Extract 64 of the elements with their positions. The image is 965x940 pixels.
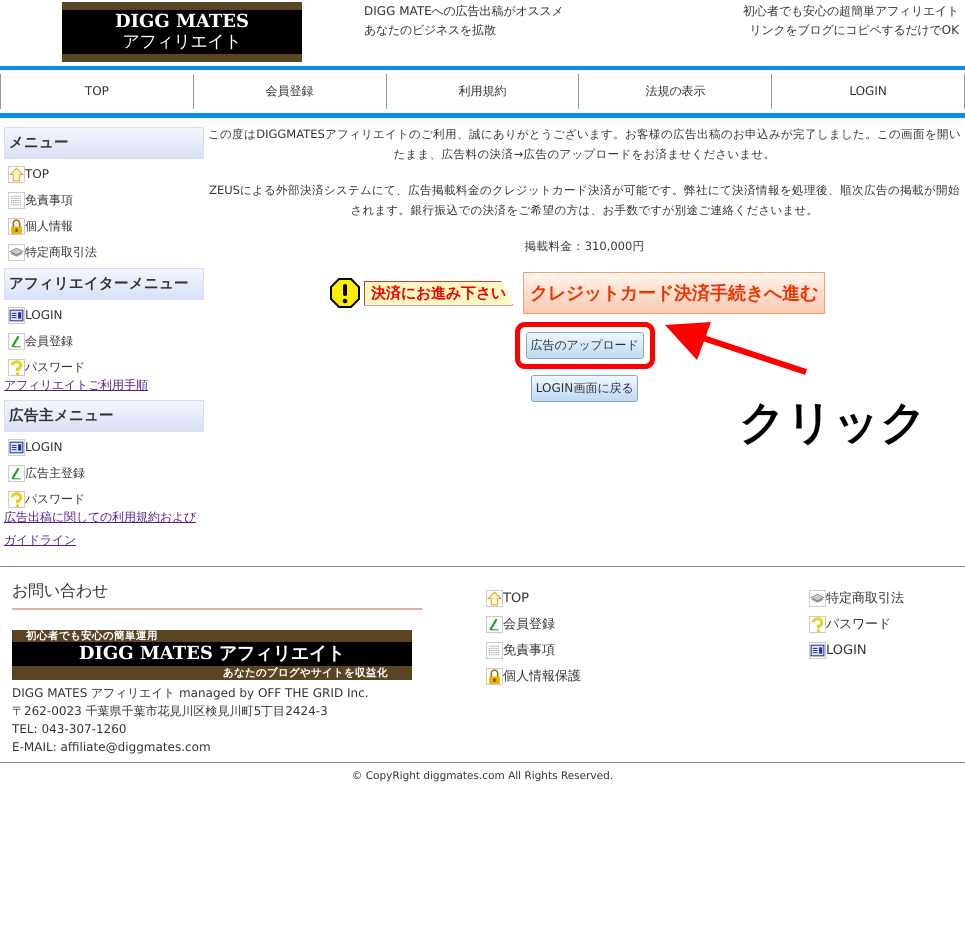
stack-icon: [8, 244, 25, 260]
nav-link[interactable]: LOGIN: [771, 74, 965, 109]
sidebar-link[interactable]: パスワード: [25, 358, 85, 376]
nav-link[interactable]: 会員登録: [192, 74, 386, 109]
address-line: TEL: 043-307-1260: [12, 721, 128, 738]
sidebar-heading: 広告主メニュー: [4, 400, 204, 432]
sidebar-link[interactable]: 個人情報: [25, 218, 73, 234]
sidebar-link[interactable]: 広告出稿に関しての利用規約およびガイドライン: [4, 506, 204, 552]
lock-icon: [486, 668, 503, 684]
footer-link[interactable]: パスワード: [826, 615, 891, 633]
sidebar-link[interactable]: 会員登録: [25, 332, 73, 350]
grid-icon: [486, 642, 503, 658]
footer-link[interactable]: 個人情報保護: [503, 667, 581, 685]
tagline-text: リンクをブログにコピペするだけでOK: [748, 22, 959, 39]
id-card-icon: [8, 306, 25, 324]
question-icon: [809, 616, 826, 632]
id-card-icon: [809, 642, 826, 658]
nav-link[interactable]: 法規の表示: [578, 74, 772, 109]
sidebar-link[interactable]: アフィリエイトご利用手順: [4, 374, 204, 397]
tagline-text: DIGG MATEへの広告出稿がオススメ: [364, 3, 564, 20]
footer-link[interactable]: TOP: [503, 590, 530, 606]
sidebar-link[interactable]: 特定商取引法: [25, 244, 97, 260]
warning-icon: [330, 278, 360, 308]
pencil-icon: [486, 616, 503, 632]
nav-link[interactable]: TOP: [0, 74, 193, 109]
copyright-text: © CopyRight diggmates.com All Rights Reserved.: [0, 762, 965, 789]
address-line: DIGG MATES アフィリエイト managed by OFF THE GRID Inc.: [12, 685, 370, 702]
up-arrow-icon: [486, 590, 503, 606]
tagline-text: あなたのビジネスを拡散: [364, 22, 497, 39]
sidebar-link[interactable]: 広告主登録: [25, 464, 85, 482]
back-to-login-button[interactable]: LOGIN画面に戻る: [530, 375, 638, 402]
sidebar-heading: アフィリエイターメニュー: [4, 268, 204, 300]
footer-link[interactable]: 会員登録: [503, 615, 555, 633]
upload-ad-button[interactable]: 広告のアップロード: [526, 332, 644, 359]
footer-link[interactable]: 免責事項: [503, 641, 555, 659]
footer-link[interactable]: 特定商取引法: [826, 589, 904, 607]
sidebar-link[interactable]: パスワード: [25, 490, 85, 508]
id-card-icon: [8, 438, 25, 456]
question-icon: [8, 358, 25, 376]
footer-link[interactable]: LOGIN: [826, 642, 867, 658]
sidebar-link[interactable]: LOGIN: [25, 308, 63, 322]
address-line: 〒262-0023 千葉県千葉市花見川区検見川町5丁目2424-3: [12, 703, 329, 720]
message-paragraph: ZEUSによる外部決済システムにて、広告掲載料金のクレジットカード決済が可能です。弊社にて決済情報を処理後、順次広告の掲載が開始されます。銀行振込での決済をご希望の方は、お手数ですが別途ご連絡くださいませ。: [208, 182, 961, 219]
sidebar-link[interactable]: TOP: [25, 167, 50, 181]
question-icon: [8, 490, 25, 508]
nav-link[interactable]: 利用規約: [386, 74, 578, 109]
notice-label: 決済にお進み下さい: [364, 280, 513, 306]
message-paragraph: この度はDIGGMATESアフィリエイトのご利用、誠にありがとうございます。お客様の広告出稿のお申込みが完了しました。この画面を開いたまま、広告料の決済→広告のアップロードをお済ませくださいませ。: [207, 126, 962, 163]
pencil-icon: [8, 464, 25, 482]
stack-icon: [809, 590, 826, 606]
grid-icon: [8, 192, 25, 208]
fee-text: 掲載料金：310,000円: [524, 238, 646, 255]
pencil-icon: [8, 332, 25, 350]
lock-icon: [8, 218, 25, 234]
address-line: E-MAIL: affiliate@diggmates.com: [12, 739, 212, 756]
site-logo[interactable]: DIGG MATES アフィリエイト: [62, 2, 302, 62]
footer-banner: 初心者でも安心の簡単運用 DIGG MATES アフィリエイト あなたのブログやサイトを収益化: [12, 630, 412, 680]
sidebar-heading: メニュー: [4, 127, 204, 159]
sidebar-link[interactable]: 免責事項: [25, 192, 73, 208]
contact-heading: お問い合わせ: [12, 567, 422, 610]
annotation-text: クリック: [739, 394, 927, 451]
tagline-text: 初心者でも安心の超簡単アフィリエイト: [743, 3, 959, 20]
up-arrow-icon: [8, 166, 25, 182]
sidebar-link[interactable]: LOGIN: [25, 440, 63, 454]
